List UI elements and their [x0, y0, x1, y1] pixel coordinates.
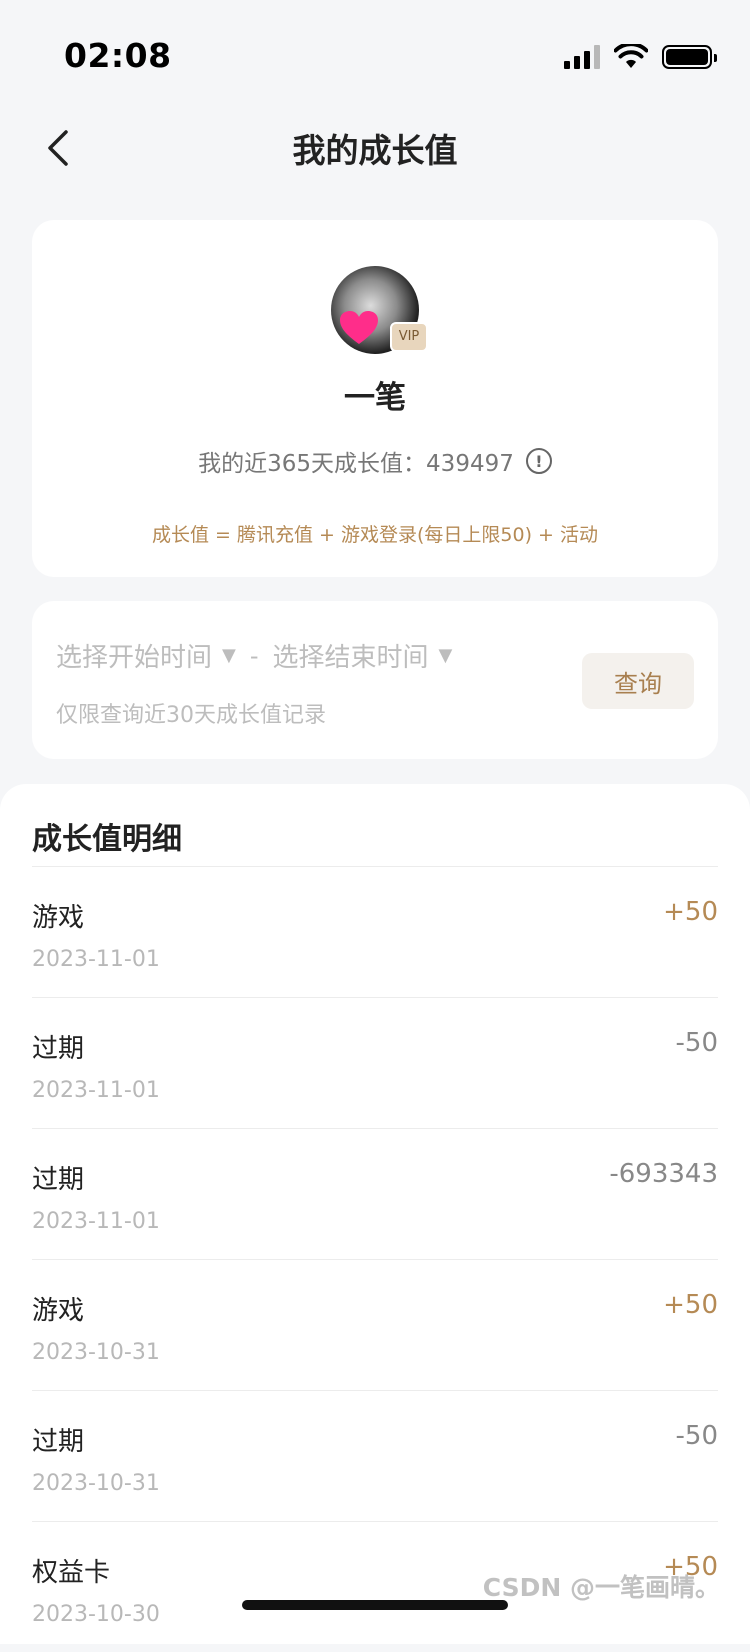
info-icon[interactable]: ! [525, 448, 552, 474]
end-date-placeholder: 选择结束时间 [272, 643, 429, 673]
growth-summary: 我的近365天成长值：439497 ! [32, 444, 718, 478]
record-type: 过期 [32, 1034, 85, 1064]
record-type: 权益卡 [32, 1558, 111, 1588]
nav-bar: 我的成长值 [0, 110, 750, 182]
list-item: 过期 2023-11-01 -693343 [32, 1129, 718, 1260]
record-type: 游戏 [32, 1296, 85, 1326]
start-date-placeholder: 选择开始时间 [56, 643, 213, 673]
record-date: 2023-10-31 [32, 1471, 160, 1496]
filter-card: 选择开始时间 ▼ - 选择结束时间 ▼ 仅限查询近30天成长值记录 查询 [32, 601, 718, 759]
record-amount: -50 [675, 1421, 718, 1451]
growth-detail-panel: 成长值明细 游戏 2023-11-01 +50 过期 2023-11-01 -5… [0, 784, 750, 1644]
profile-card: VIP 一笔 我的近365天成长值：439497 ! 成长值 = 腾讯充值 + … [32, 220, 718, 577]
record-list: 游戏 2023-11-01 +50 过期 2023-11-01 -50 过期 2… [32, 867, 718, 1652]
record-date: 2023-10-30 [32, 1602, 160, 1627]
watermark: CSDN @一笔画晴。 [482, 1573, 720, 1602]
battery-icon [662, 45, 717, 69]
list-item: 游戏 2023-11-01 +50 [32, 867, 718, 998]
growth-formula: 成长值 = 腾讯充值 + 游戏登录(每日上限50) + 活动 [151, 524, 598, 546]
date-range-row: 选择开始时间 ▼ - 选择结束时间 ▼ [56, 637, 452, 674]
query-button[interactable]: 查询 [582, 653, 694, 709]
record-type: 过期 [32, 1165, 85, 1195]
record-amount: -50 [675, 1028, 718, 1058]
vip-badge: VIP [390, 322, 428, 352]
record-date: 2023-11-01 [32, 947, 160, 972]
record-date: 2023-10-31 [32, 1340, 160, 1365]
list-item: 游戏 2023-10-31 +50 [32, 1260, 718, 1391]
range-dash: - [249, 641, 259, 670]
detail-title: 成长值明细 [32, 822, 182, 857]
record-type: 过期 [32, 1427, 85, 1457]
end-date-selector[interactable]: 选择结束时间 ▼ [273, 637, 453, 674]
caret-down-icon: ▼ [438, 645, 453, 666]
wifi-icon [614, 44, 648, 68]
caret-down-icon: ▼ [222, 645, 236, 666]
growth-summary-label: 我的近365天成长值： [198, 451, 427, 477]
start-date-selector[interactable]: 选择开始时间 ▼ [56, 637, 236, 674]
record-amount: -693343 [609, 1159, 718, 1189]
record-date: 2023-11-01 [32, 1209, 160, 1234]
record-amount: +50 [663, 897, 718, 927]
heart-icon [340, 311, 378, 344]
status-bar: 02:08 [0, 0, 750, 110]
page-title: 我的成长值 [292, 131, 458, 170]
list-item: 过期 2023-11-01 -50 [32, 998, 718, 1129]
status-icons [564, 44, 717, 70]
record-type: 游戏 [32, 903, 85, 933]
record-amount: +50 [663, 1290, 718, 1320]
cellular-signal-icon [564, 45, 600, 69]
status-time: 02:08 [64, 36, 172, 75]
home-indicator [242, 1600, 508, 1610]
query-limit-note: 仅限查询近30天成长值记录 [56, 703, 326, 728]
nickname: 一笔 [344, 380, 406, 416]
list-item: 过期 2023-10-31 -50 [32, 1391, 718, 1522]
growth-summary-value: 439497 [426, 451, 514, 477]
record-date: 2023-11-01 [32, 1078, 160, 1103]
